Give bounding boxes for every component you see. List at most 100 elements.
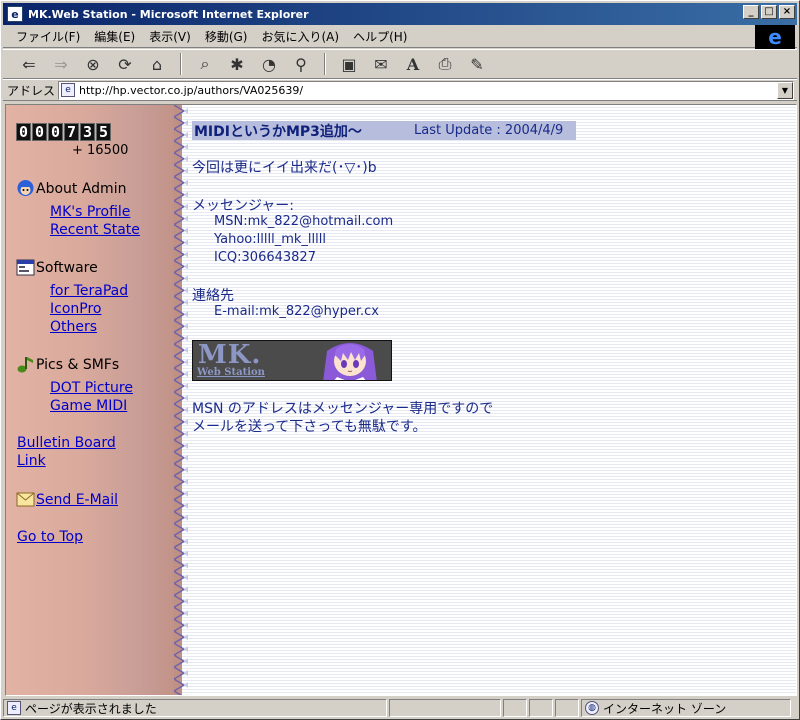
page-done-icon: e [7,701,21,715]
status-text: ページが表示されました [25,701,157,716]
sidebar: 0 0 0 7 3 5 + 16500 About Admin MK's Pro… [6,105,182,695]
section-about-admin: About Admin [16,179,126,198]
send-mail-row: Send E-Mail [16,490,118,509]
forward-icon[interactable]: ⇒ [49,52,73,76]
menu-go[interactable]: 移動(G) [198,26,255,47]
edit-icon[interactable]: ✎ [465,52,489,76]
address-input[interactable]: e http://hp.vector.co.jp/authors/VA02563… [58,80,794,100]
intro-text: 今回は更にイイ出来だ(･▽･)b [192,160,377,176]
status-pane-empty [389,699,501,717]
counter-extra: + 16500 [72,143,129,158]
banner-title: MK. [198,340,262,370]
counter-digit: 7 [64,123,79,141]
address-dropdown-button[interactable]: ▼ [777,81,793,99]
counter-digit: 3 [80,123,95,141]
counter-digit: 0 [16,123,31,141]
sidebar-zigzag-border [174,105,192,695]
section-pics-smfs: Pics & SMFs [16,355,119,374]
section-title: About Admin [36,180,127,197]
ie-page-icon: e [7,6,23,22]
history-icon[interactable]: ◔ [257,52,281,76]
status-bar: e ページが表示されました ◍ インターネット ゾーン [3,698,797,718]
msn-address: MSN:mk_822@hotmail.com [214,214,394,229]
contact-label: 連絡先 [192,288,234,304]
header-title: MIDIというかMP3追加〜 [194,123,362,140]
zone-pane: ◍ インターネット ゾーン [581,699,791,717]
favorites-icon[interactable]: ✱ [225,52,249,76]
msn-note-line-1: MSN のアドレスはメッセンジャー専用ですので [192,401,494,417]
messenger-label: メッセンジャー: [192,198,295,214]
section-title: Pics & SMFs [36,356,120,373]
browser-window: e MK.Web Station - Microsoft Internet Ex… [0,0,800,720]
link-send-email[interactable]: Send E-Mail [36,492,118,508]
minimize-button[interactable]: _ [743,5,759,19]
main-content: MIDIというかMP3追加〜 Last Update : 2004/4/9 今回… [192,105,792,695]
menu-help[interactable]: ヘルプ(H) [346,26,414,47]
section-software: Software [16,258,98,277]
ie-logo-icon: e [755,25,795,49]
yahoo-address: Yahoo:lllll_mk_lllll [214,232,326,247]
status-pane-empty [555,699,579,717]
toolbar: ⇐ ⇒ ⊗ ⟳ ⌂ ⌕ ✱ ◔ ⚲ ▣ ✉ A ⎙ ✎ [3,49,797,79]
anime-character-image [323,343,377,380]
print-icon[interactable]: ⎙ [433,52,457,76]
link-dot-picture[interactable]: DOT Picture [50,380,133,396]
refresh-icon[interactable]: ⟳ [113,52,137,76]
banner-subtitle: Web Station [197,367,265,378]
channels-icon[interactable]: ⚲ [289,52,313,76]
msn-note-line-2: メールを送って下さっても無駄です。 [192,419,427,435]
status-pane-empty [529,699,553,717]
link-iconpro[interactable]: IconPro [50,301,101,317]
toolbar-separator [324,53,326,75]
counter-digit: 0 [32,123,47,141]
close-button[interactable]: × [779,5,795,19]
link-recent-state[interactable]: Recent State [50,222,140,238]
back-icon[interactable]: ⇐ [17,52,41,76]
link-bulletin-board[interactable]: Bulletin Board [17,435,116,451]
search-icon[interactable]: ⌕ [193,52,217,76]
link-terapad[interactable]: for TeraPad [50,283,128,299]
menu-bar: ファイル(F) 編集(E) 表示(V) 移動(G) お気に入り(A) ヘルプ(H… [3,26,797,48]
update-header: MIDIというかMP3追加〜 Last Update : 2004/4/9 [192,121,576,140]
email-address: E-mail:mk_822@hyper.cx [214,304,379,319]
status-text-pane: e ページが表示されました [3,699,387,717]
music-note-icon [16,355,35,374]
window-controls: _ □ × [743,5,795,19]
icq-number: ICQ:306643827 [214,250,316,265]
section-title: Software [36,259,98,276]
title-bar: e MK.Web Station - Microsoft Internet Ex… [3,3,797,25]
toolbar-separator [180,53,182,75]
menu-edit[interactable]: 編集(E) [87,26,142,47]
page-icon: e [61,83,76,97]
last-update: Last Update : 2004/4/9 [414,123,564,138]
status-pane-empty [503,699,527,717]
link-go-to-top[interactable]: Go to Top [17,529,83,545]
globe-icon: ◍ [585,701,599,715]
menu-view[interactable]: 表示(V) [142,26,198,47]
page-content: 0 0 0 7 3 5 + 16500 About Admin MK's Pro… [5,104,797,696]
counter-digit: 0 [48,123,63,141]
address-bar: アドレス e http://hp.vector.co.jp/authors/VA… [3,79,797,101]
maximize-button[interactable]: □ [761,5,777,19]
link-links[interactable]: Link [17,453,46,469]
link-profile[interactable]: MK's Profile [50,204,130,220]
fullscreen-icon[interactable]: ▣ [337,52,361,76]
mail-icon[interactable]: ✉ [369,52,393,76]
address-label: アドレス [7,83,56,98]
envelope-icon [16,490,35,509]
counter-digit: 5 [96,123,111,141]
admin-avatar-icon [16,179,35,198]
address-url[interactable]: http://hp.vector.co.jp/authors/VA025639/ [79,84,303,97]
access-counter: 0 0 0 7 3 5 [16,123,111,141]
window-icon [16,258,35,277]
menu-favorites[interactable]: お気に入り(A) [254,26,346,47]
font-icon[interactable]: A [401,52,425,76]
zone-text: インターネット ゾーン [603,701,727,716]
stop-icon[interactable]: ⊗ [81,52,105,76]
site-banner[interactable]: MK. Web Station [192,340,392,381]
window-title: MK.Web Station - Microsoft Internet Expl… [28,7,309,21]
link-others[interactable]: Others [50,319,97,335]
menu-file[interactable]: ファイル(F) [9,26,87,47]
link-game-midi[interactable]: Game MIDI [50,398,127,414]
home-icon[interactable]: ⌂ [145,52,169,76]
